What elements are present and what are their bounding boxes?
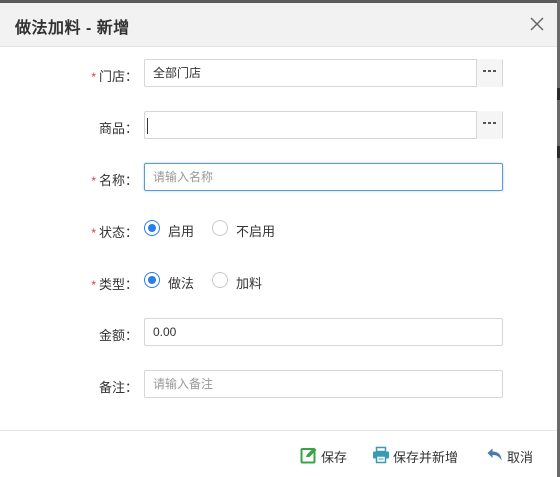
remark-row: 备注： 请输入备注 xyxy=(0,370,557,400)
save-label: 保存 xyxy=(321,450,348,465)
footer-divider xyxy=(0,430,557,431)
text-caret xyxy=(147,117,148,134)
store-lookup-button[interactable] xyxy=(476,59,502,87)
name-input[interactable]: 请输入名称 xyxy=(144,163,503,191)
edit-icon xyxy=(300,446,318,464)
status-row: * 状态： 启用 不启用 xyxy=(0,215,557,245)
type-label: * 类型： xyxy=(60,274,138,293)
amount-input[interactable]: 0.00 xyxy=(144,318,503,346)
required-mark: * xyxy=(91,174,96,188)
store-label-text: 门店： xyxy=(98,69,138,84)
amount-label: 金额： xyxy=(98,328,138,343)
undo-icon xyxy=(486,446,504,464)
remark-input[interactable]: 请输入备注 xyxy=(144,370,503,398)
status-label-text: 状态： xyxy=(98,225,138,240)
remark-label: 备注： xyxy=(98,380,138,395)
amount-row: 金额： 0.00 xyxy=(0,318,557,348)
radio-circle xyxy=(144,272,160,288)
type-option-addon: 加料 xyxy=(236,276,263,291)
store-row: * 门店： 全部门店 xyxy=(0,59,557,89)
store-value: 全部门店 xyxy=(153,66,202,80)
status-option-enabled: 启用 xyxy=(168,224,195,239)
remark-placeholder: 请输入备注 xyxy=(153,377,214,391)
status-option-disabled: 不启用 xyxy=(236,224,276,239)
dialog: 做法加料 - 新增 * 门店： 全部门店 商品： * 名称： 请输入名称 * 状… xyxy=(0,3,557,477)
name-label-text: 名称： xyxy=(98,173,138,188)
cancel-label: 取消 xyxy=(507,450,534,465)
radio-circle xyxy=(144,220,160,236)
printer-icon xyxy=(372,446,390,464)
store-field[interactable]: 全部门店 xyxy=(144,59,503,87)
product-label: 商品： xyxy=(98,121,138,136)
status-label: * 状态： xyxy=(60,222,138,241)
dialog-title: 做法加料 - 新增 xyxy=(15,20,130,37)
type-option-method: 做法 xyxy=(168,276,195,291)
radio-circle xyxy=(212,272,228,288)
type-row: * 类型： 做法 加料 xyxy=(0,267,557,297)
close-icon[interactable] xyxy=(528,15,546,33)
store-label: * 门店： xyxy=(60,66,138,85)
amount-value: 0.00 xyxy=(153,325,177,339)
type-label-text: 类型： xyxy=(98,277,138,292)
radio-circle xyxy=(212,220,228,236)
product-lookup-button[interactable] xyxy=(476,111,502,139)
product-field[interactable] xyxy=(144,111,503,139)
save-and-new-label: 保存并新增 xyxy=(393,450,459,465)
dialog-header: 做法加料 - 新增 xyxy=(0,3,557,47)
name-label: * 名称： xyxy=(60,170,138,189)
required-mark: * xyxy=(91,226,96,240)
required-mark: * xyxy=(91,278,96,292)
required-mark: * xyxy=(91,70,96,84)
name-placeholder: 请输入名称 xyxy=(153,170,214,184)
product-row: 商品： xyxy=(0,111,557,141)
name-row: * 名称： 请输入名称 xyxy=(0,163,557,193)
